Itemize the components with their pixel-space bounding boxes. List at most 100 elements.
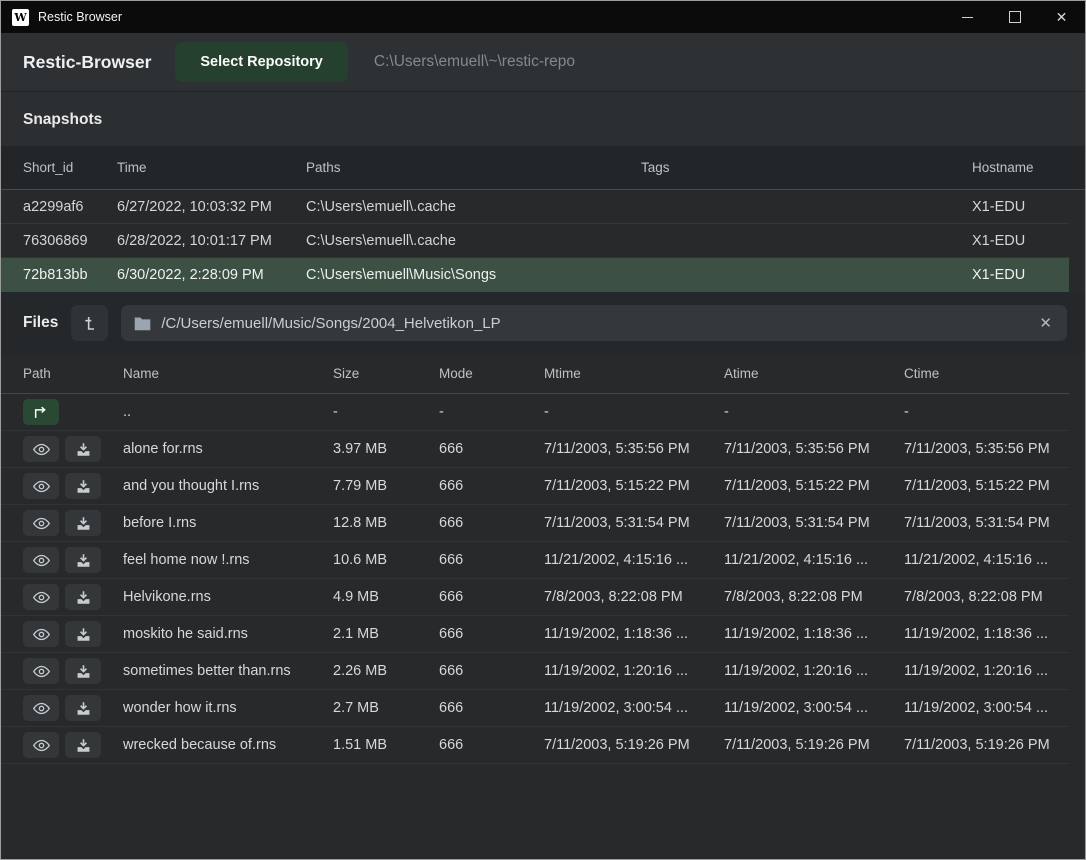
- close-icon: ✕: [1056, 10, 1068, 24]
- empty-area: [1, 764, 1085, 859]
- file-size: 3.97 MB: [333, 441, 439, 457]
- toggle-tree-view-button[interactable]: [71, 305, 108, 341]
- download-file-button[interactable]: [65, 473, 101, 499]
- file-name: sometimes better than.rns: [123, 663, 333, 679]
- file-size: 1.51 MB: [333, 737, 439, 753]
- view-file-button[interactable]: [23, 547, 59, 573]
- file-mtime: 11/19/2002, 1:20:16 ...: [544, 663, 724, 679]
- file-ctime: 7/8/2003, 8:22:08 PM: [904, 589, 1069, 605]
- minimize-button[interactable]: [944, 1, 991, 33]
- file-name: Helvikone.rns: [123, 589, 333, 605]
- file-row: and you thought I.rns7.79 MB6667/11/2003…: [1, 468, 1069, 505]
- download-icon: [76, 738, 91, 753]
- maximize-icon: [1009, 11, 1021, 23]
- download-icon: [76, 627, 91, 642]
- titlebar: W Restic Browser ✕: [1, 1, 1085, 33]
- snapshots-section-header: Snapshots: [1, 92, 1085, 146]
- file-ctime: 7/11/2003, 5:31:54 PM: [904, 515, 1069, 531]
- files-column-atime: Atime: [724, 366, 904, 381]
- file-row: sometimes better than.rns2.26 MB66611/19…: [1, 653, 1069, 690]
- snapshot-row[interactable]: a2299af66/27/2022, 10:03:32 PMC:\Users\e…: [1, 190, 1069, 224]
- files-column-path: Path: [23, 366, 123, 381]
- files-column-size: Size: [333, 366, 439, 381]
- eye-icon: [33, 739, 50, 752]
- view-file-button[interactable]: [23, 621, 59, 647]
- app-icon: W: [12, 9, 29, 26]
- file-size: 7.79 MB: [333, 478, 439, 494]
- maximize-button[interactable]: [991, 1, 1038, 33]
- download-file-button[interactable]: [65, 621, 101, 647]
- file-row: wonder how it.rns2.7 MB66611/19/2002, 3:…: [1, 690, 1069, 727]
- download-file-button[interactable]: [65, 436, 101, 462]
- file-ctime: 11/19/2002, 1:18:36 ...: [904, 626, 1069, 642]
- download-file-button[interactable]: [65, 547, 101, 573]
- file-size: 2.7 MB: [333, 700, 439, 716]
- file-name: wonder how it.rns: [123, 700, 333, 716]
- file-size: -: [333, 404, 439, 420]
- view-file-button[interactable]: [23, 732, 59, 758]
- view-file-button[interactable]: [23, 473, 59, 499]
- file-size: 10.6 MB: [333, 552, 439, 568]
- file-row: Helvikone.rns4.9 MB6667/8/2003, 8:22:08 …: [1, 579, 1069, 616]
- file-row-actions: [23, 473, 123, 499]
- file-mode: -: [439, 404, 544, 420]
- download-file-button[interactable]: [65, 695, 101, 721]
- snapshot-hostname: X1-EDU: [972, 233, 1069, 249]
- file-ctime: -: [904, 404, 1069, 420]
- file-atime: 11/19/2002, 1:18:36 ...: [724, 626, 904, 642]
- files-column-name: Name: [123, 366, 333, 381]
- file-mtime: 11/21/2002, 4:15:16 ...: [544, 552, 724, 568]
- file-mtime: 7/11/2003, 5:19:26 PM: [544, 737, 724, 753]
- minimize-icon: [962, 17, 973, 18]
- view-file-button[interactable]: [23, 695, 59, 721]
- file-mtime: 7/8/2003, 8:22:08 PM: [544, 589, 724, 605]
- view-file-button[interactable]: [23, 436, 59, 462]
- file-row-actions: [23, 510, 123, 536]
- view-file-button[interactable]: [23, 584, 59, 610]
- file-size: 4.9 MB: [333, 589, 439, 605]
- view-file-button[interactable]: [23, 510, 59, 536]
- files-column-mtime: Mtime: [544, 366, 724, 381]
- file-row: before I.rns12.8 MB666 7/11/2003, 5:31:54…: [1, 505, 1069, 542]
- download-file-button[interactable]: [65, 510, 101, 536]
- file-atime: 7/11/2003, 5:19:26 PM: [724, 737, 904, 753]
- titlebar-title: Restic Browser: [38, 10, 122, 24]
- snapshot-time: 6/28/2022, 10:01:17 PM: [117, 233, 306, 249]
- file-atime: 7/11/2003, 5:31:54 PM: [724, 515, 904, 531]
- file-size: 12.8 MB: [333, 515, 439, 531]
- files-section-header: Files ✕: [1, 292, 1085, 354]
- file-ctime: 7/11/2003, 5:19:26 PM: [904, 737, 1069, 753]
- download-icon: [76, 442, 91, 457]
- snapshot-paths: C:\Users\emuell\.cache: [306, 199, 641, 215]
- window-controls: ✕: [944, 1, 1085, 33]
- parent-directory-button[interactable]: [23, 399, 59, 425]
- snapshot-row[interactable]: 763068696/28/2022, 10:01:17 PMC:\Users\e…: [1, 224, 1069, 258]
- file-size: 2.1 MB: [333, 626, 439, 642]
- repository-path-text: C:\Users\emuell\~\restic-repo: [374, 53, 575, 71]
- file-mtime: 7/11/2003, 5:15:22 PM: [544, 478, 724, 494]
- path-input[interactable]: [161, 315, 1027, 332]
- file-row-actions: [23, 584, 123, 610]
- file-mtime: -: [544, 404, 724, 420]
- close-button[interactable]: ✕: [1038, 1, 1085, 33]
- snapshot-paths: C:\Users\emuell\.cache: [306, 233, 641, 249]
- file-mtime: 11/19/2002, 1:18:36 ...: [544, 626, 724, 642]
- download-file-button[interactable]: [65, 732, 101, 758]
- file-mode: 666: [439, 515, 544, 531]
- file-name: before I.rns: [123, 515, 333, 531]
- snapshot-hostname: X1-EDU: [972, 267, 1069, 283]
- file-row: ..-----: [1, 394, 1069, 431]
- view-file-button[interactable]: [23, 658, 59, 684]
- download-file-button[interactable]: [65, 658, 101, 684]
- current-path-bar[interactable]: ✕: [121, 305, 1067, 341]
- file-mode: 666: [439, 626, 544, 642]
- download-icon: [76, 479, 91, 494]
- snapshots-column-short-id: Short_id: [23, 160, 117, 175]
- file-row-actions: [23, 547, 123, 573]
- download-file-button[interactable]: [65, 584, 101, 610]
- file-ctime: 11/19/2002, 1:20:16 ...: [904, 663, 1069, 679]
- clear-path-button[interactable]: ✕: [1037, 314, 1054, 332]
- snapshots-column-tags: Tags: [641, 160, 972, 175]
- select-repository-button[interactable]: Select Repository: [175, 42, 348, 82]
- snapshot-row[interactable]: 72b813bb6/30/2022, 2:28:09 PMC:\Users\em…: [1, 258, 1069, 292]
